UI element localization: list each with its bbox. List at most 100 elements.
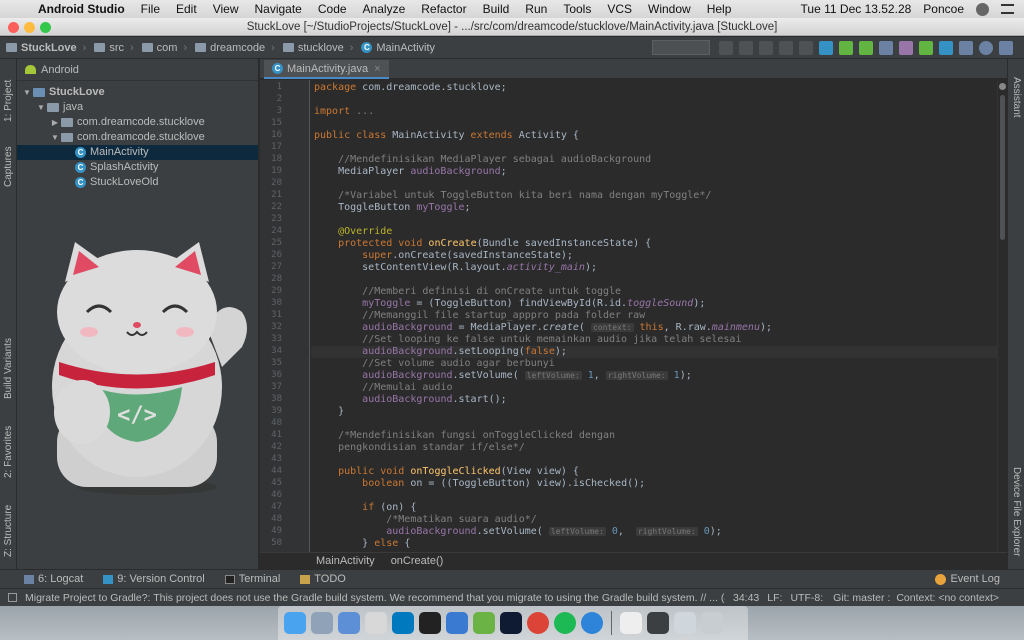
code-line[interactable]: //Mendefinisikan MediaPlayer sebagai aud… [314,154,651,166]
zoom-button[interactable] [40,22,51,33]
file-encoding[interactable]: UTF-8: [790,592,823,604]
code-line[interactable]: MediaPlayer audioBackground; [314,166,507,178]
code-line[interactable]: pengkondisian standar if/else*/ [314,442,525,454]
caret-position[interactable]: 34:43 [733,592,759,604]
expand-arrow-icon[interactable]: ▼ [21,85,33,100]
sync-icon[interactable] [819,40,833,55]
menu-navigate[interactable]: Navigate [254,2,301,16]
close-tab-icon[interactable]: × [374,63,380,75]
menu-tools[interactable]: Tools [563,2,591,16]
project-structure-icon[interactable] [959,40,973,55]
tool-event-log[interactable]: Event Log [935,573,1000,585]
code-line[interactable]: audioBackground = MediaPlayer.create( co… [314,322,772,334]
tool-assistant[interactable]: Assistant [1008,67,1024,127]
tab-mainactivity[interactable]: C MainActivity.java × [264,60,389,79]
tool-logcat[interactable]: 6: Logcat [24,573,83,585]
sublime-text-icon[interactable] [365,612,387,634]
inspection-icon[interactable] [999,83,1006,90]
breadcrumb-method[interactable]: onCreate() [391,555,444,567]
git-branch[interactable]: Git: master : [833,592,890,604]
status-expand-icon[interactable] [8,593,17,602]
avd-manager-icon[interactable] [919,40,933,55]
nav-breadcrumb-mainactivity[interactable]: C MainActivity [361,42,435,54]
user-name[interactable]: Poncoe [923,2,964,16]
menu-code[interactable]: Code [318,2,347,16]
code-line[interactable]: } else { [314,538,410,550]
code-line[interactable]: boolean on = ((ToggleButton) view).isChe… [314,478,645,490]
menu-vcs[interactable]: VCS [607,2,632,16]
sdk-manager-icon[interactable] [939,40,953,55]
stop-icon[interactable] [799,40,813,55]
revert-icon[interactable] [899,40,913,55]
expand-arrow-icon[interactable]: ▼ [35,100,47,115]
git-folder-icon[interactable] [620,612,642,634]
code-line[interactable]: /*Variabel untuk ToggleButton kita beri … [314,190,711,202]
tree-item[interactable]: ▼ java [17,100,258,115]
menu-help[interactable]: Help [707,2,732,16]
safari-icon[interactable] [581,612,603,634]
nav-breadcrumb-src[interactable]: src › [94,42,134,54]
project-view-selector[interactable]: Android [41,64,79,76]
menu-file[interactable]: File [141,2,160,16]
run-icon[interactable] [719,40,733,55]
code-line[interactable]: //Memberi definisi di onCreate untuk tog… [314,286,621,298]
tool-device-file-explorer[interactable]: Device File Explorer [1008,459,1024,564]
tree-item[interactable]: ▼ com.dreamcode.stucklove [17,130,258,145]
android-studio-icon[interactable] [473,612,495,634]
datetime[interactable]: Tue 11 Dec 13.52.28 [801,2,912,16]
context-indicator[interactable]: Context: <no context> [896,592,999,604]
menu-build[interactable]: Build [483,2,510,16]
nav-breadcrumb-stucklove[interactable]: stucklove › [282,42,353,54]
finder-icon[interactable] [284,612,306,634]
breadcrumb-class[interactable]: MainActivity [316,555,375,567]
tree-item[interactable]: C SplashActivity [17,160,258,175]
launchpad-icon[interactable] [311,612,333,634]
app-menu[interactable]: Android Studio [38,2,125,16]
code-line[interactable]: audioBackground.setVolume( leftVolume: 0… [314,526,722,538]
code-line[interactable]: //Set looping ke false untuk memainkan a… [314,334,741,346]
code-line[interactable]: import ... [314,106,374,118]
commit-icon[interactable] [859,40,873,55]
virtualbox-icon[interactable] [338,612,360,634]
documents-stack-icon[interactable] [674,612,696,634]
tool-todo[interactable]: TODO [300,573,346,585]
apple-icon[interactable] [10,2,24,16]
menu-view[interactable]: View [213,2,239,16]
code-line[interactable]: protected void onCreate(Bundle savedInst… [314,238,651,250]
scroll-thumb[interactable] [1000,95,1005,240]
tool-captures[interactable]: Captures [0,139,17,194]
trello-icon[interactable] [392,612,414,634]
tool-favorites[interactable]: 2: Favorites [0,414,17,489]
code-line[interactable]: package com.dreamcode.stucklove; [314,82,507,94]
nav-breadcrumb-com[interactable]: com › [141,42,187,54]
update-icon[interactable] [839,40,853,55]
tool-build-variants[interactable]: Build Variants [0,329,17,409]
nav-breadcrumb-stucklove[interactable]: StuckLove › [6,42,86,54]
photoshop-icon[interactable] [500,612,522,634]
menu-edit[interactable]: Edit [176,2,197,16]
code-line[interactable]: if (on) { [314,502,416,514]
code-line[interactable]: audioBackground.setVolume( leftVolume: 1… [314,370,692,382]
spotify-icon[interactable] [554,612,576,634]
code-line[interactable]: @Override [314,226,392,238]
code-line[interactable]: public void onToggleClicked(View view) { [314,466,579,478]
xcode-icon[interactable] [446,612,468,634]
chrome-icon[interactable] [527,612,549,634]
tool-structure[interactable]: Z: Structure [0,496,17,566]
code-line[interactable]: myToggle = (ToggleButton) findViewById(R… [314,298,705,310]
attach-debugger-icon[interactable] [779,40,793,55]
expand-arrow-icon[interactable]: ▼ [49,130,61,145]
nav-breadcrumb-dreamcode[interactable]: dreamcode › [195,42,275,54]
code-line[interactable]: setContentView(R.layout.activity_main); [314,262,597,274]
code-line[interactable]: public class MainActivity extends Activi… [314,130,579,142]
search-icon[interactable] [979,40,993,55]
code-line[interactable]: audioBackground.start(); [314,394,507,406]
profile-icon[interactable] [759,40,773,55]
menu-run[interactable]: Run [525,2,547,16]
code-line[interactable]: } [314,406,344,418]
code-line[interactable]: /*Mematikan suara audio*/ [314,514,537,526]
minimize-button[interactable] [24,22,35,33]
line-separator[interactable]: LF: [767,592,782,604]
trash-icon[interactable] [701,612,723,634]
tool-version-control[interactable]: 9: Version Control [103,573,205,585]
